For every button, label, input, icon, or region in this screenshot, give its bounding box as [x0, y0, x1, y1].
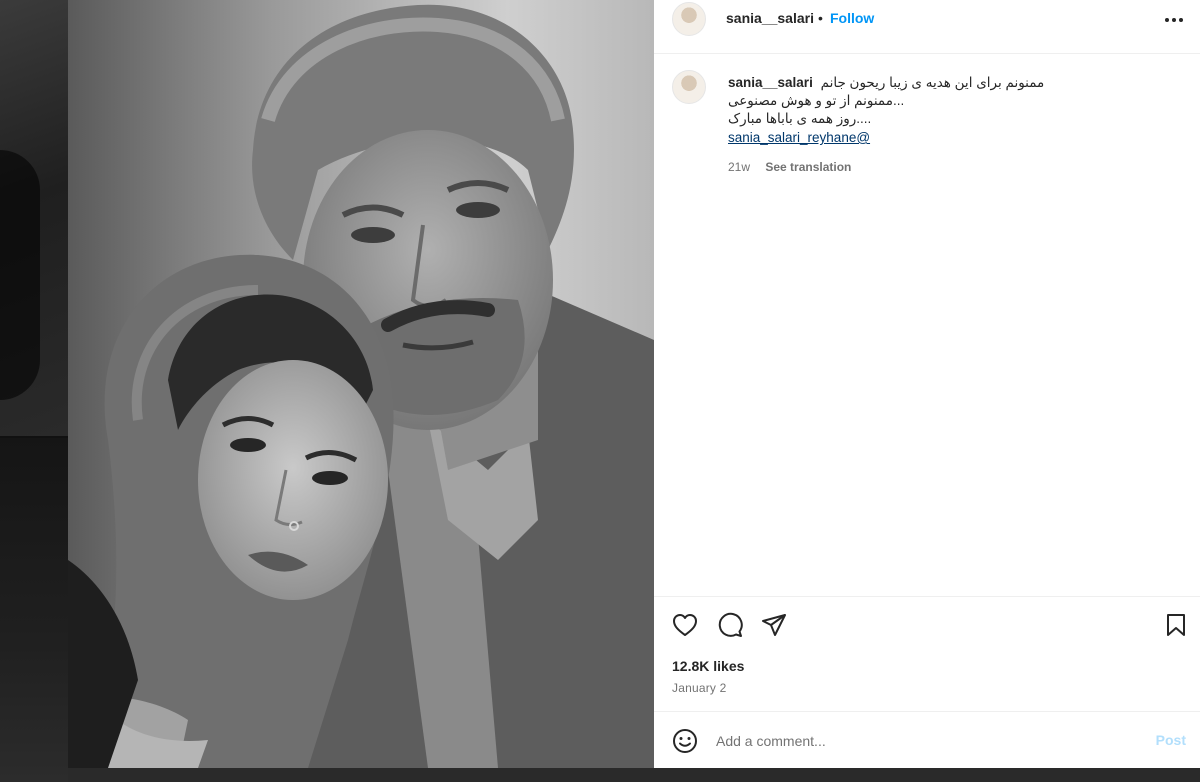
heart-icon — [673, 614, 697, 636]
more-horizontal-icon-svg — [1165, 18, 1183, 22]
comment-icon — [718, 612, 743, 637]
save-button[interactable] — [1162, 611, 1190, 639]
avatar[interactable] — [672, 2, 706, 36]
caption-line: ممنونم از تو و هوش مصنوعی... — [728, 93, 905, 108]
like-button[interactable] — [671, 611, 699, 639]
username-link[interactable]: sania__salari — [726, 10, 814, 26]
post-photo-illustration — [68, 0, 654, 768]
separator-dot: • — [818, 10, 823, 26]
post-date[interactable]: January 2 — [672, 681, 727, 695]
caption-avatar[interactable] — [672, 70, 706, 104]
caption-line: روز همه ی باباها مبارک.... — [728, 111, 872, 126]
background-thumbnail — [0, 0, 68, 436]
caption-text: sania__salari ممنونم برای این هدیه ی زیب… — [728, 74, 1168, 147]
see-translation-button[interactable]: See translation — [765, 160, 851, 174]
bookmark-icon — [1167, 614, 1185, 636]
caption-mention-link[interactable]: sania_salari_reyhane@ — [728, 129, 1168, 147]
background-strip — [68, 768, 1200, 782]
emoji-button[interactable] — [672, 728, 698, 754]
caption-username[interactable]: sania__salari — [728, 75, 813, 90]
caption-line: ممنونم برای این هدیه ی زیبا ریحون جانم — [820, 75, 1045, 90]
post-image[interactable] — [68, 0, 654, 768]
caption-timestamp[interactable]: 21w — [728, 160, 750, 174]
likes-count[interactable]: 12.8K likes — [672, 658, 744, 674]
caption-meta: 21w See translation — [728, 160, 851, 174]
background-thumbnail — [0, 438, 68, 782]
post-actions — [654, 596, 1200, 655]
post-header: sania__salari • Follow — [654, 0, 1200, 54]
emoji-icon — [673, 729, 697, 753]
share-icon — [762, 614, 786, 636]
follow-button[interactable]: Follow — [830, 10, 874, 26]
more-horizontal-icon[interactable] — [1162, 8, 1186, 32]
comment-input[interactable] — [716, 730, 1116, 752]
background-feed — [0, 0, 68, 782]
post-comment-button[interactable]: Post — [1156, 732, 1186, 748]
comment-button[interactable] — [716, 611, 744, 639]
comment-bar: Post — [654, 711, 1200, 769]
post-details-panel: sania__salari • Follow sania__salari ممن… — [654, 0, 1200, 768]
share-button[interactable] — [760, 611, 788, 639]
caption-section: sania__salari ممنونم برای این هدیه ی زیب… — [654, 54, 1200, 594]
